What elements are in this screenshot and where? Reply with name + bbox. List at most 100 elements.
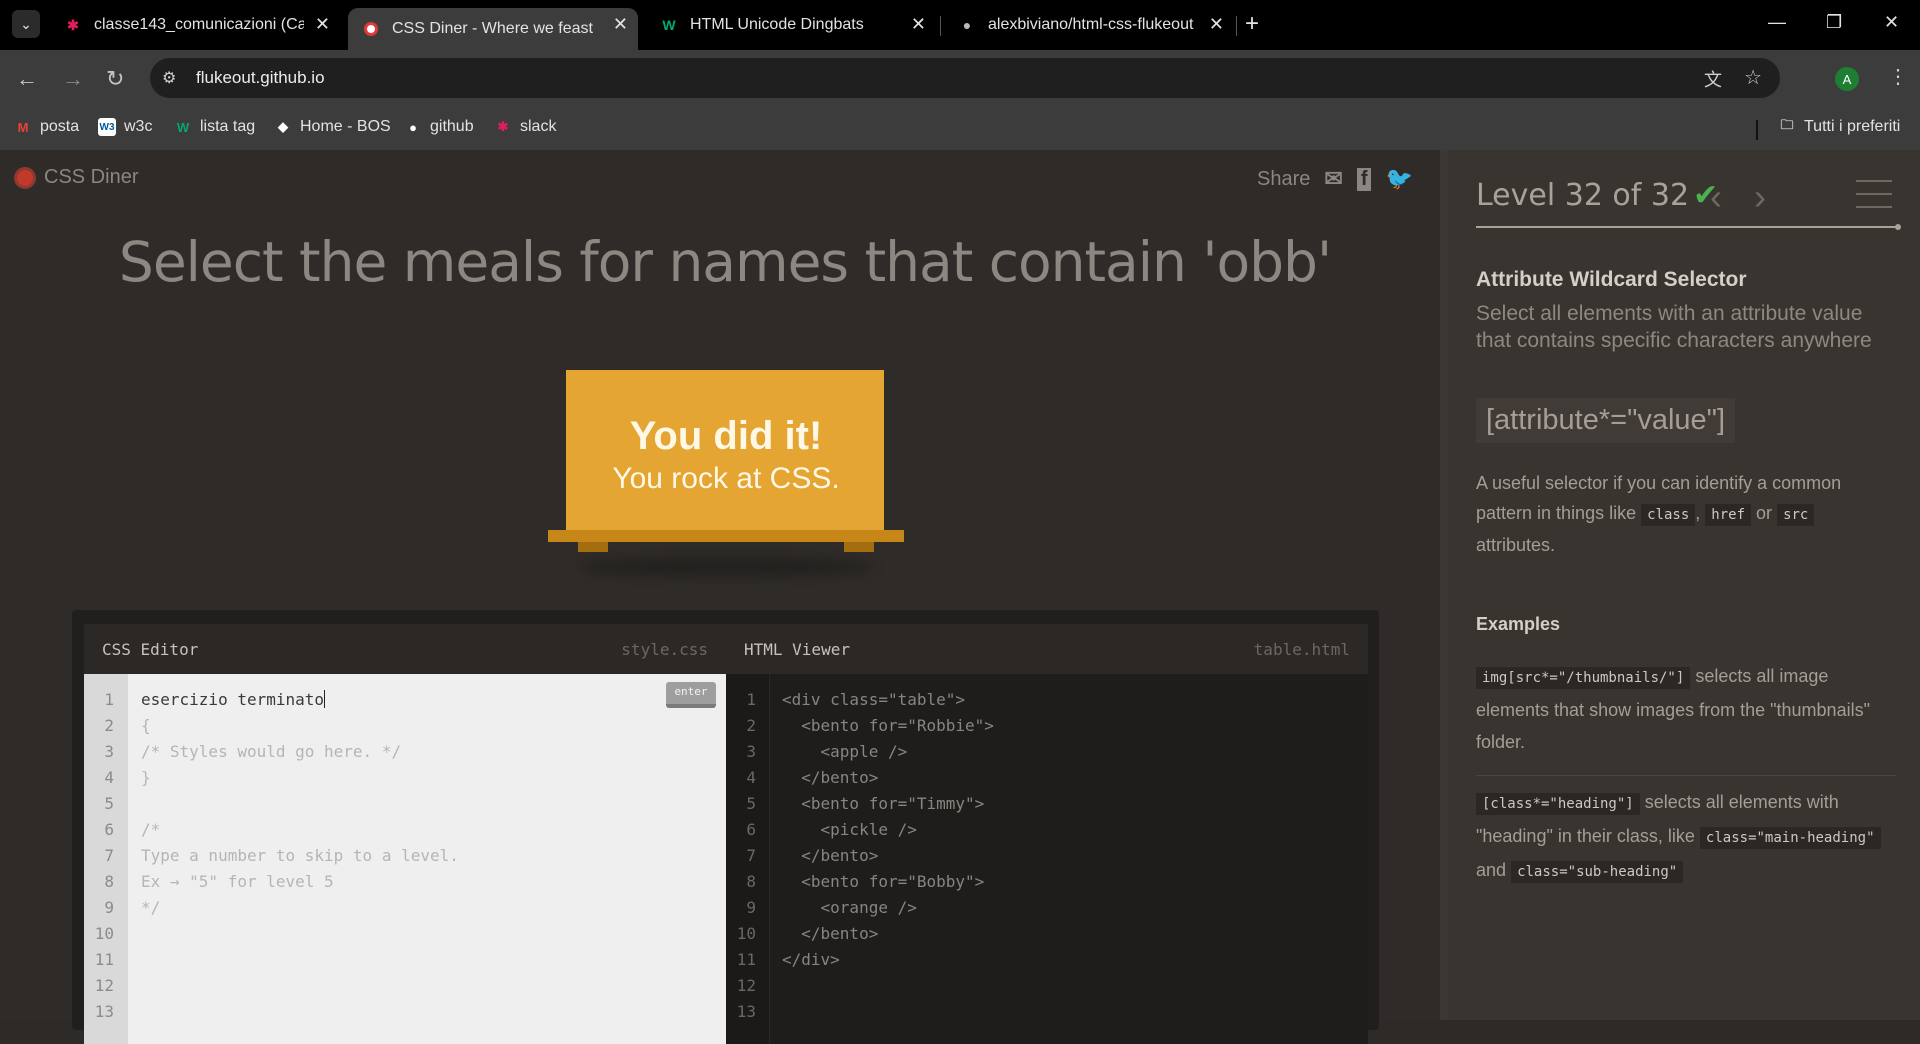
line-number: 13: [94, 1002, 114, 1021]
minimize-button[interactable]: —: [1768, 12, 1786, 33]
line-number: 3: [746, 742, 756, 761]
code-line: <bento for="Robbie">: [782, 716, 994, 735]
close-icon[interactable]: ✕: [613, 14, 628, 35]
game-area: CSS Diner Share ✉ f 🐦 Select the meals f…: [0, 150, 1440, 1044]
bookmark-label: lista tag: [200, 118, 256, 135]
tab-slack[interactable]: ✱ classe143_comunicazioni (Canal ✕: [50, 8, 340, 42]
w3c-icon: W3: [98, 118, 116, 136]
code-line: <apple />: [782, 742, 908, 761]
editor-panel: CSS Editor style.css 1 2 3 4 5 6 7 8 9 10 11 12 13{/…: [72, 610, 1379, 1044]
forward-icon[interactable]: →: [62, 66, 84, 92]
selector-hint: A useful selector if you can identify a …: [1476, 468, 1896, 560]
chevron-down-icon: ⌄: [20, 15, 32, 32]
bookmark-star-icon[interactable]: ☆: [1744, 65, 1762, 90]
css-editor-title: CSS Editor: [102, 640, 199, 659]
back-icon[interactable]: ←: [16, 66, 38, 92]
css-input[interactable]: esercizio terminato: [141, 690, 326, 709]
logo-text: CSS Diner: [44, 166, 139, 188]
bookmark-github[interactable]: ● github: [404, 118, 474, 136]
line-number: 6: [104, 820, 114, 839]
enter-button[interactable]: enter: [666, 682, 716, 708]
close-icon[interactable]: ✕: [315, 14, 330, 35]
tab-title: classe143_comunicazioni (Canal: [94, 16, 304, 33]
example-code: img[src*="/thumbnails/"]: [1476, 667, 1691, 689]
profile-avatar[interactable]: A: [1835, 67, 1859, 91]
line-number: 11: [736, 950, 756, 969]
bookmark-label: w3c: [124, 118, 153, 135]
site-info-icon[interactable]: ⚙: [162, 68, 176, 88]
close-icon[interactable]: ✕: [1209, 14, 1224, 35]
code-line: </div>: [782, 950, 840, 969]
html-viewer-header: HTML Viewer table.html: [726, 624, 1368, 674]
bookmark-label: Tutti i preferiti: [1804, 118, 1901, 135]
tab-dingbats[interactable]: W HTML Unicode Dingbats ✕: [646, 8, 936, 42]
bos-icon: ◆: [278, 119, 288, 134]
facebook-icon[interactable]: f: [1356, 167, 1372, 191]
code-line: <orange />: [782, 898, 917, 917]
hint-text: or: [1756, 503, 1773, 523]
browser-menu-icon[interactable]: ⋮: [1888, 64, 1908, 89]
folder-icon: 🗀: [1780, 117, 1794, 132]
example-code: [class*="heading"]: [1476, 793, 1640, 815]
omnibox[interactable]: ⚙ flukeout.github.io 文 ☆: [150, 58, 1780, 98]
line-number: 7: [104, 846, 114, 865]
win-message: You did it!: [629, 414, 823, 458]
w3schools-icon: W: [176, 119, 190, 135]
bookmark-posta[interactable]: M posta: [14, 118, 80, 136]
table-leg: [844, 542, 874, 552]
level-text: Level 32 of 32: [1476, 178, 1690, 213]
translate-icon[interactable]: 文: [1704, 66, 1722, 92]
css-editor-header: CSS Editor style.css: [84, 624, 726, 674]
tab-search-button[interactable]: ⌄: [12, 10, 40, 38]
bookmark-label: posta: [40, 118, 80, 135]
bookmark-slack[interactable]: ✱ slack: [494, 118, 557, 136]
selector-description: Select all elements with an attribute va…: [1476, 302, 1872, 352]
table-shadow: [578, 558, 874, 576]
bookmark-home-bos[interactable]: ◆ Home - BOS: [274, 118, 391, 136]
all-bookmarks[interactable]: 🗀 Tutti i preferiti: [1778, 117, 1901, 136]
tab-bar: ⌄ ✱ classe143_comunicazioni (Canal ✕ CSS…: [0, 0, 1920, 50]
example-text: and: [1476, 860, 1507, 880]
previous-level-icon[interactable]: ‹: [1710, 176, 1722, 218]
hint-code: href: [1705, 504, 1752, 526]
example-divider: [1476, 775, 1896, 776]
html-viewer-title: HTML Viewer: [744, 640, 850, 659]
restore-button[interactable]: ❐: [1826, 12, 1842, 33]
line-number: 5: [104, 794, 114, 813]
examples-heading: Examples: [1476, 614, 1561, 634]
url-text[interactable]: flukeout.github.io: [196, 68, 325, 88]
level-sidebar: Level 32 of 32 ✔ ‹ › Attribute Wildcard S…: [1448, 150, 1920, 1020]
line-number: 9: [746, 898, 756, 917]
example-1: img[src*="/thumbnails/"] selects all ima…: [1476, 660, 1896, 758]
w3schools-icon: W: [662, 17, 676, 33]
page: CSS Diner Share ✉ f 🐦 Select the meals f…: [0, 150, 1920, 1044]
code-line: <bento for="Bobby">: [782, 872, 985, 891]
hint-code: class: [1641, 504, 1696, 526]
close-icon[interactable]: ✕: [911, 14, 926, 35]
dining-table: You did it! You rock at CSS.: [548, 370, 904, 580]
twitter-icon[interactable]: 🐦: [1385, 166, 1412, 192]
bookmark-lista-tag[interactable]: W lista tag: [174, 118, 255, 136]
share-bar: Share ✉ f 🐦: [1257, 166, 1413, 192]
tab-github[interactable]: ● alexbiviano/html-css-flukeout ✕: [944, 8, 1234, 42]
new-tab-button[interactable]: +: [1245, 10, 1259, 38]
line-number: 4: [104, 768, 114, 787]
code-line: </bento>: [782, 924, 879, 943]
close-window-button[interactable]: ✕: [1884, 12, 1899, 33]
line-number: 1: [104, 690, 114, 709]
level-menu-icon[interactable]: [1856, 180, 1892, 210]
line-number: 12: [94, 976, 114, 995]
line-number: 10: [736, 924, 756, 943]
code-line: Type a number to skip to a level.: [141, 846, 459, 865]
bookmark-w3c[interactable]: W3 w3c: [98, 118, 152, 136]
level-indicator: Level 32 of 32 ✔: [1476, 178, 1718, 213]
next-level-icon[interactable]: ›: [1754, 176, 1766, 218]
line-number: 3: [104, 742, 114, 761]
email-icon[interactable]: ✉: [1324, 166, 1342, 192]
code-line: */: [141, 898, 161, 917]
slack-icon: ✱: [497, 119, 509, 134]
logo[interactable]: CSS Diner: [14, 166, 138, 189]
reload-icon[interactable]: ↻: [106, 66, 124, 92]
tab-css-diner[interactable]: CSS Diner - Where we feast on ✕: [348, 8, 638, 50]
panel-divider[interactable]: [1440, 150, 1448, 1020]
